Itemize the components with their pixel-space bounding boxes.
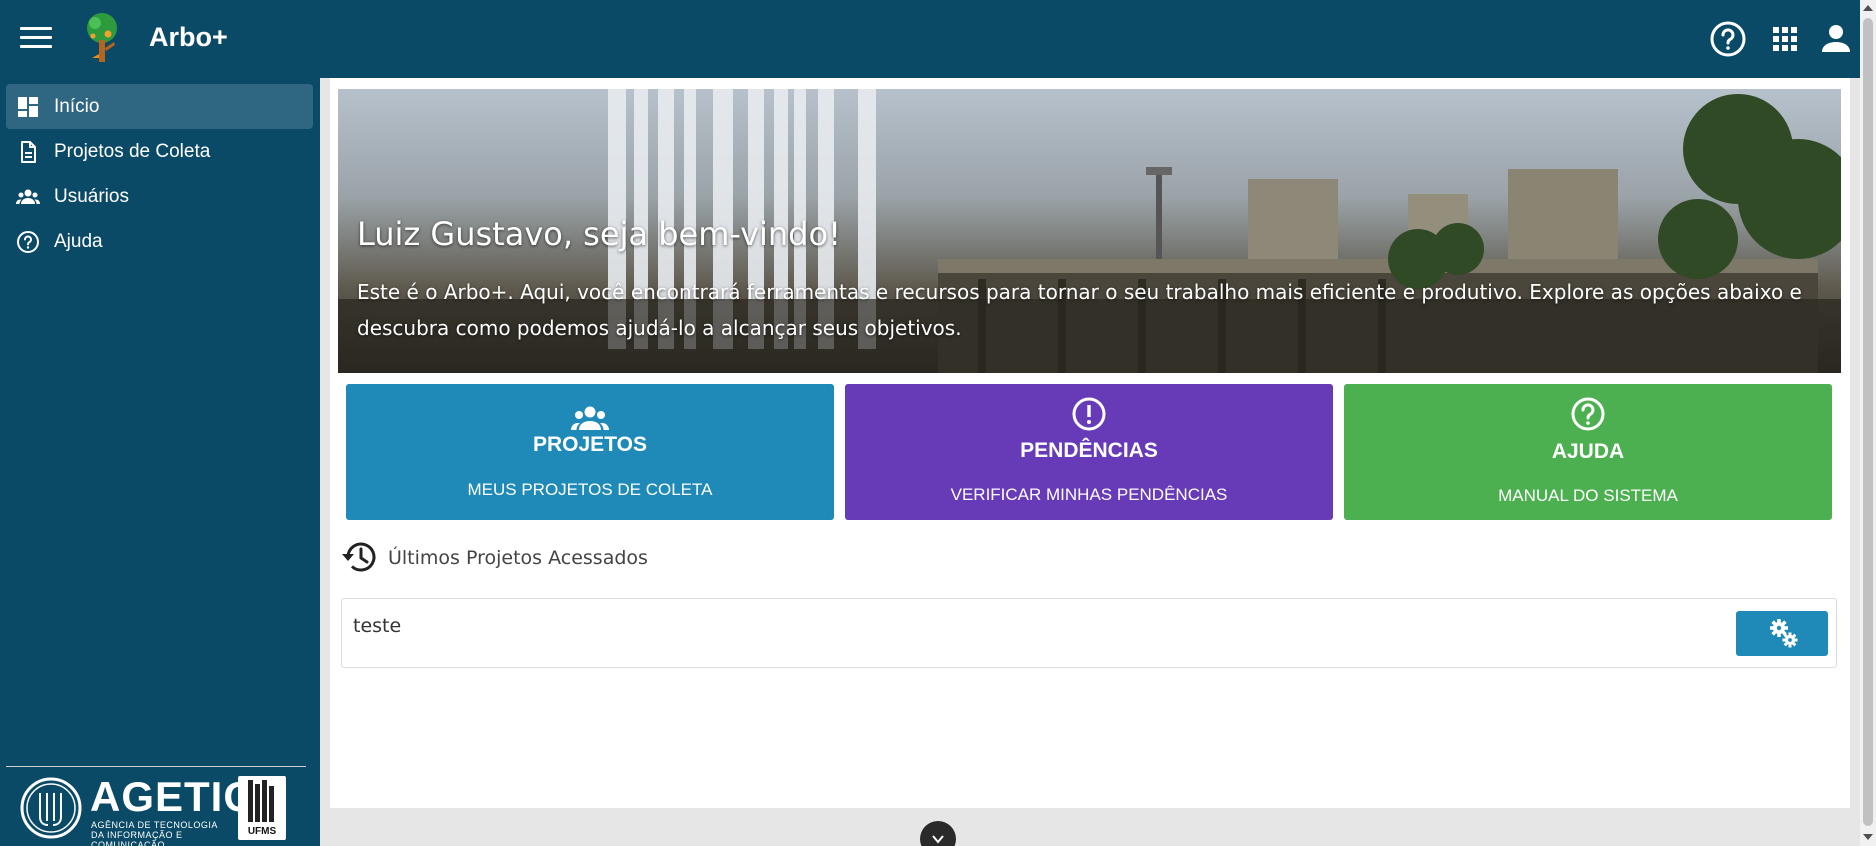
sidebar-divider <box>6 766 306 767</box>
page-scrollbar[interactable] <box>1860 0 1876 846</box>
agetic-logo: AGETIC AGÊNCIA DE TECNOLOGIA DA INFORMAÇ… <box>20 776 254 846</box>
help-circle-icon[interactable] <box>1708 19 1748 59</box>
chevron-down-icon <box>932 835 944 844</box>
scroll-down-arrow[interactable] <box>1863 834 1873 840</box>
sidebar-item-label: Início <box>54 96 100 117</box>
sidebar-item-ajuda[interactable]: Ajuda <box>6 219 313 264</box>
project-name: teste <box>353 615 402 637</box>
history-icon <box>342 542 376 572</box>
sidebar-item-label: Projetos de Coleta <box>54 141 211 162</box>
welcome-title: Luiz Gustavo, seja bem-vindo! <box>357 215 841 253</box>
tile-title: AJUDA <box>1551 440 1625 463</box>
tile-subtitle: MANUAL DO SISTEMA <box>1498 486 1678 505</box>
ufms-logo: UFMS <box>238 776 286 840</box>
projetos-tile[interactable]: PROJETOS MEUS PROJETOS DE COLETA <box>346 384 834 520</box>
sidebar-item-usuarios[interactable]: Usuários <box>6 174 313 219</box>
scroll-up-arrow[interactable] <box>1863 5 1873 11</box>
settings-gears-icon <box>1770 619 1798 648</box>
recent-projects-title: Últimos Projetos Acessados <box>388 547 648 569</box>
tile-subtitle: MEUS PROJETOS DE COLETA <box>467 480 713 499</box>
agetic-emblem-icon <box>20 777 82 839</box>
sidebar-item-label: Usuários <box>54 186 129 207</box>
help-circle-icon <box>17 231 39 253</box>
alert-circle-icon <box>1072 397 1106 431</box>
apps-grid-icon[interactable] <box>1765 19 1805 59</box>
agetic-name: AGETIC <box>90 773 255 820</box>
ajuda-tile[interactable]: AJUDA MANUAL DO SISTEMA <box>1344 384 1832 520</box>
document-icon <box>21 141 36 163</box>
sidebar-item-label: Ajuda <box>54 231 103 252</box>
dashboard-icon <box>18 97 38 117</box>
welcome-banner: Luiz Gustavo, seja bem-vindo! Este é o A… <box>338 89 1841 373</box>
top-app-bar: Arbo+ <box>0 0 1860 78</box>
menu-toggle-button[interactable] <box>20 27 52 51</box>
app-title: Arbo+ <box>149 22 228 52</box>
sidebar-item-projetos[interactable]: Projetos de Coleta <box>6 129 313 174</box>
tile-subtitle: VERIFICAR MINHAS PENDÊNCIAS <box>950 485 1228 504</box>
welcome-description: Este é o Arbo+. Aqui, você encontrará fe… <box>357 280 1802 340</box>
agetic-subtitle: AGÊNCIA DE TECNOLOGIA DA INFORMAÇÃO E CO… <box>91 820 218 846</box>
sidebar: Início Projetos de Coleta Usuários Ajuda <box>0 78 320 846</box>
help-circle-icon <box>1571 397 1605 431</box>
sidebar-item-inicio[interactable]: Início <box>6 84 313 129</box>
tile-title: PROJETOS <box>533 433 647 456</box>
ufms-emblem-icon <box>248 780 274 822</box>
project-settings-button[interactable] <box>1736 611 1828 656</box>
scrollbar-thumb[interactable] <box>1863 18 1873 826</box>
arbo-logo <box>87 13 117 62</box>
users-icon <box>16 189 40 204</box>
tile-title: PENDÊNCIAS <box>1020 439 1158 462</box>
ufms-label: UFMS <box>247 826 277 837</box>
account-icon[interactable] <box>1816 19 1856 59</box>
pendencias-tile[interactable]: PENDÊNCIAS VERIFICAR MINHAS PENDÊNCIAS <box>845 384 1333 520</box>
recent-project-row[interactable]: teste <box>341 598 1837 668</box>
